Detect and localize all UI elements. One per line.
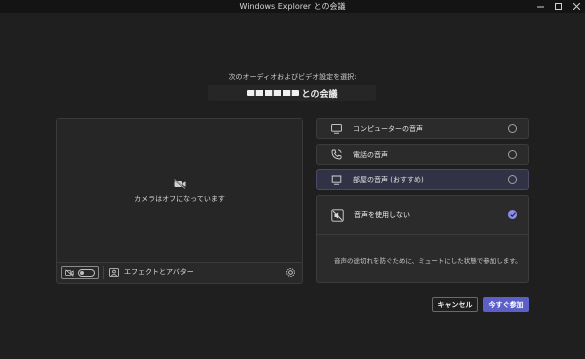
close-icon <box>572 3 580 10</box>
camera-status-text: カメラはオフになっています <box>134 195 225 203</box>
window-title: Windows Explorer との会議 <box>239 2 346 11</box>
minimize-button[interactable] <box>531 0 549 13</box>
join-now-button[interactable]: 今すぐ参加 <box>483 297 529 312</box>
window-controls <box>531 0 585 13</box>
audio-option-label: 電話の音声 <box>353 150 388 159</box>
effects-label: エフェクトとアバター <box>124 268 194 276</box>
radio-button[interactable] <box>508 150 517 159</box>
effects-and-avatars-button[interactable]: エフェクトとアバター <box>109 267 194 277</box>
no-audio-label: 音声を使用しない <box>354 211 410 219</box>
audio-option-none[interactable]: 音声を使用しない 音声の途切れを防ぐために、ミュートにした状態で参加します。 <box>316 195 529 283</box>
audio-option-room[interactable]: 部屋の音声 (おすすめ) <box>316 169 529 190</box>
selected-check[interactable] <box>508 210 517 219</box>
checkmark-icon <box>509 212 516 217</box>
close-button[interactable] <box>567 0 585 13</box>
phone-icon <box>329 148 343 162</box>
maximize-button[interactable] <box>549 0 567 13</box>
audio-option-computer[interactable]: コンピューターの音声 <box>316 118 529 139</box>
camera-off-icon <box>174 179 186 189</box>
camera-toggle[interactable] <box>61 266 99 279</box>
title-bar: Windows Explorer との会議 <box>0 0 585 13</box>
video-preview-panel: カメラはオフになっています エフェクトとアバター <box>56 118 303 284</box>
video-preview: カメラはオフになっています <box>57 119 302 263</box>
maximize-icon <box>554 3 562 10</box>
gear-icon[interactable] <box>285 267 296 278</box>
meeting-title: との会議 <box>208 85 376 101</box>
video-toolbar: エフェクトとアバター <box>57 262 302 284</box>
audio-option-label: 部屋の音声 (おすすめ) <box>353 175 424 184</box>
audio-option-label: コンピューターの音声 <box>353 124 423 133</box>
radio-button[interactable] <box>508 124 517 133</box>
radio-button[interactable] <box>508 175 517 184</box>
no-audio-header: 音声を使用しない <box>317 196 528 235</box>
effects-icon <box>109 267 119 277</box>
minimize-icon <box>536 6 544 8</box>
audio-option-phone[interactable]: 電話の音声 <box>316 144 529 165</box>
camera-switch[interactable] <box>77 268 95 277</box>
redacted-organizer-name <box>246 90 299 96</box>
no-audio-description: 音声の途切れを防ぐために、ミュートにした状態で参加します。 <box>334 257 522 265</box>
camera-off-icon <box>65 268 74 277</box>
monitor-icon <box>329 122 343 136</box>
toolbar-divider <box>103 266 104 279</box>
meeting-title-suffix: との会議 <box>301 89 338 100</box>
speaker-off-icon <box>330 208 344 222</box>
room-icon <box>329 173 343 187</box>
device-settings-prompt: 次のオーディオおよびビデオ設定を選択: <box>228 73 357 81</box>
cancel-button[interactable]: キャンセル <box>432 297 478 312</box>
